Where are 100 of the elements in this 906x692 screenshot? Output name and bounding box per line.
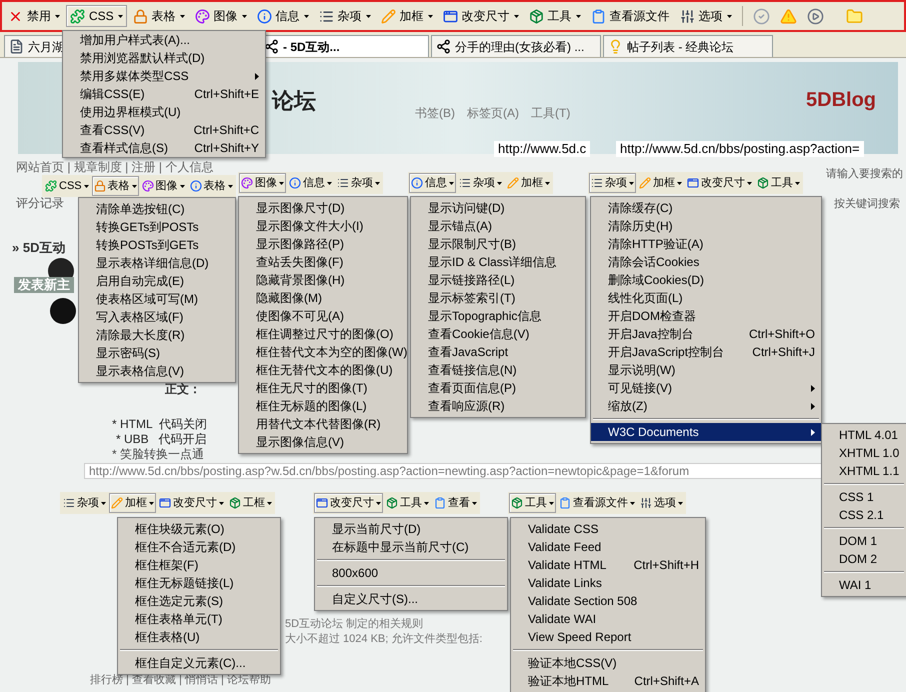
toolbar-button[interactable]: 选项 <box>638 493 685 513</box>
toolbar-button[interactable]: 杂项 <box>61 493 108 513</box>
browser-tab[interactable]: 帖子列表 - 经典论坛 <box>603 35 773 57</box>
menu-item[interactable]: 清除会话Cookies <box>591 253 821 271</box>
menu-item[interactable]: 框住框架(F) <box>118 556 280 574</box>
menu-item[interactable]: Validate Section 508 <box>511 592 705 610</box>
toolbar-button[interactable]: 图像 <box>239 173 286 193</box>
toolbar-button[interactable]: 信息 <box>287 173 334 193</box>
menu-item[interactable]: 框住选定元素(S) <box>118 592 280 610</box>
toolbar-button[interactable]: 表格 <box>128 5 189 27</box>
menu-item[interactable]: 显示访问键(D) <box>411 199 585 217</box>
menu-item[interactable]: 显示图像文件大小(I) <box>239 217 407 235</box>
menu-item[interactable]: 清除单选按钮(C) <box>79 200 235 218</box>
toolbar-button[interactable]: 改变尺寸 <box>438 5 523 27</box>
menu-item[interactable]: 使用边界框模式(U) <box>63 103 265 121</box>
menu-item[interactable]: Validate Feed <box>511 538 705 556</box>
toolbar-button[interactable]: CSS <box>43 176 91 196</box>
check-icon[interactable] <box>752 8 770 24</box>
menu-item[interactable]: 显示标签索引(T) <box>411 289 585 307</box>
warning-icon[interactable] <box>780 8 797 24</box>
menu-item[interactable]: 隐藏背景图像(H) <box>239 271 407 289</box>
menu-item[interactable]: 线性化页面(L) <box>591 289 821 307</box>
toolbar-button[interactable]: 选项 <box>676 5 736 27</box>
menu-item[interactable]: Validate CSS <box>511 520 705 538</box>
menu-item[interactable]: DOM 2 <box>822 550 906 568</box>
menu-item[interactable]: 转换POSTs到GETs <box>79 236 235 254</box>
toolbar-button[interactable]: 图像 <box>190 5 251 27</box>
menu-item[interactable]: 显示说明(W) <box>591 361 821 379</box>
menu-item[interactable]: 框住表格单元(T) <box>118 610 280 628</box>
toolbar-button[interactable]: 工具 <box>524 5 585 27</box>
menu-item[interactable]: HTML 4.01 <box>822 426 906 444</box>
menu-item[interactable]: 框住无替代文本的图像(U) <box>239 361 407 379</box>
folder-icon[interactable] <box>846 8 863 24</box>
menu-item[interactable]: 显示表格信息(V) <box>79 362 235 380</box>
toolbar-button[interactable]: 改变尺寸 <box>157 493 226 513</box>
menu-item[interactable]: 显示当前尺寸(D) <box>315 520 507 538</box>
menu-item[interactable]: Validate HTML Ctrl+Shift+H <box>511 556 705 574</box>
toolbar-button[interactable]: 杂项 <box>457 173 504 193</box>
menu-item[interactable]: 启用自动完成(E) <box>79 272 235 290</box>
menu-item[interactable]: 清除缓存(C) <box>591 199 821 217</box>
menu-item[interactable]: 显示ID & Class详细信息 <box>411 253 585 271</box>
menu-item[interactable]: 验证本地CSS(V) <box>511 654 705 672</box>
menu-item[interactable]: View Speed Report <box>511 628 705 646</box>
menu-item[interactable]: 显示图像尺寸(D) <box>239 199 407 217</box>
menu-item[interactable]: WAI 1 <box>822 576 906 594</box>
menu-item[interactable]: 在标题中显示当前尺寸(C) <box>315 538 507 556</box>
toolbar-button[interactable]: 信息 <box>252 5 313 27</box>
toolbar-button[interactable]: 表格 <box>188 176 235 196</box>
toolbar-button[interactable]: 杂项 <box>335 173 382 193</box>
menu-item[interactable]: W3C Documents <box>591 423 821 441</box>
menu-item[interactable]: DOM 1 <box>822 532 906 550</box>
menu-item[interactable]: 使图像不可见(A) <box>239 307 407 325</box>
menu-item[interactable]: 框住自定义元素(C)... <box>118 654 280 672</box>
menu-item[interactable]: 框住调整过尺寸的图像(O) <box>239 325 407 343</box>
toolbar-button[interactable]: 图像 <box>140 176 187 196</box>
menu-item[interactable]: XHTML 1.1 <box>822 462 906 480</box>
toolbar-button[interactable]: 加框 <box>376 5 437 27</box>
menu-item[interactable]: 框住表格(U) <box>118 628 280 646</box>
toolbar-button[interactable]: 工具 <box>509 493 556 513</box>
toolbar-button[interactable]: 工框 <box>227 493 274 513</box>
play-icon[interactable] <box>806 8 824 24</box>
menu-item[interactable]: Validate Links <box>511 574 705 592</box>
menu-item[interactable]: 删除域Cookies(D) <box>591 271 821 289</box>
menu-item[interactable]: 显示密码(S) <box>79 344 235 362</box>
toolbar-button[interactable]: 查看 <box>432 493 479 513</box>
toolbar-button[interactable]: 加框 <box>109 493 156 513</box>
menu-item[interactable]: 开启Java控制台 Ctrl+Shift+O <box>591 325 821 343</box>
menu-item[interactable]: 框住无尺寸的图像(T) <box>239 379 407 397</box>
toolbar-button[interactable]: 查看源文件 <box>586 5 674 27</box>
menu-item[interactable]: 显示限制尺寸(B) <box>411 235 585 253</box>
menu-item[interactable]: CSS 1 <box>822 488 906 506</box>
menu-item[interactable]: 查站丢失图像(F) <box>239 253 407 271</box>
menu-item[interactable]: 使表格区域可写(M) <box>79 290 235 308</box>
menu-item[interactable]: 开启DOM检查器 <box>591 307 821 325</box>
toolbar-button[interactable]: 查看源文件 <box>557 493 637 513</box>
toolbar-button[interactable]: 表格 <box>92 176 139 196</box>
menu-item[interactable]: 自定义尺寸(S)... <box>315 590 507 608</box>
menu-item[interactable]: 框住无标题链接(L) <box>118 574 280 592</box>
menu-item[interactable]: Validate WAI <box>511 610 705 628</box>
menu-item[interactable]: 清除HTTP验证(A) <box>591 235 821 253</box>
toolbar-button[interactable]: CSS <box>66 5 127 27</box>
menu-item[interactable]: 可见链接(V) <box>591 379 821 397</box>
menu-item[interactable]: 用替代文本代替图像(R) <box>239 415 407 433</box>
menu-item[interactable]: 查看JavaScript <box>411 343 585 361</box>
menu-item[interactable]: 框住替代文本为空的图像(W) <box>239 343 407 361</box>
menu-item[interactable]: 禁用多媒体类型CSS <box>63 67 265 85</box>
browser-tab[interactable]: 分手的理由(女孩必看) ... <box>431 35 601 57</box>
menu-item[interactable]: 查看响应源(R) <box>411 397 585 415</box>
menu-item[interactable]: 框住不合适元素(D) <box>118 538 280 556</box>
menu-item[interactable]: XHTML 1.0 <box>822 444 906 462</box>
menu-item[interactable]: 缩放(Z) <box>591 397 821 415</box>
menu-item[interactable]: 显示表格详细信息(D) <box>79 254 235 272</box>
toolbar-button[interactable]: 工具 <box>755 173 802 193</box>
toolbar-button[interactable]: 工具 <box>384 493 431 513</box>
menu-item[interactable]: 显示图像路径(P) <box>239 235 407 253</box>
menu-item[interactable]: 隐藏图像(M) <box>239 289 407 307</box>
menu-item[interactable]: 查看链接信息(N) <box>411 361 585 379</box>
toolbar-button[interactable]: 禁用 <box>4 5 64 27</box>
toolbar-button[interactable]: 信息 <box>409 173 456 193</box>
menu-item[interactable]: 清除历史(H) <box>591 217 821 235</box>
